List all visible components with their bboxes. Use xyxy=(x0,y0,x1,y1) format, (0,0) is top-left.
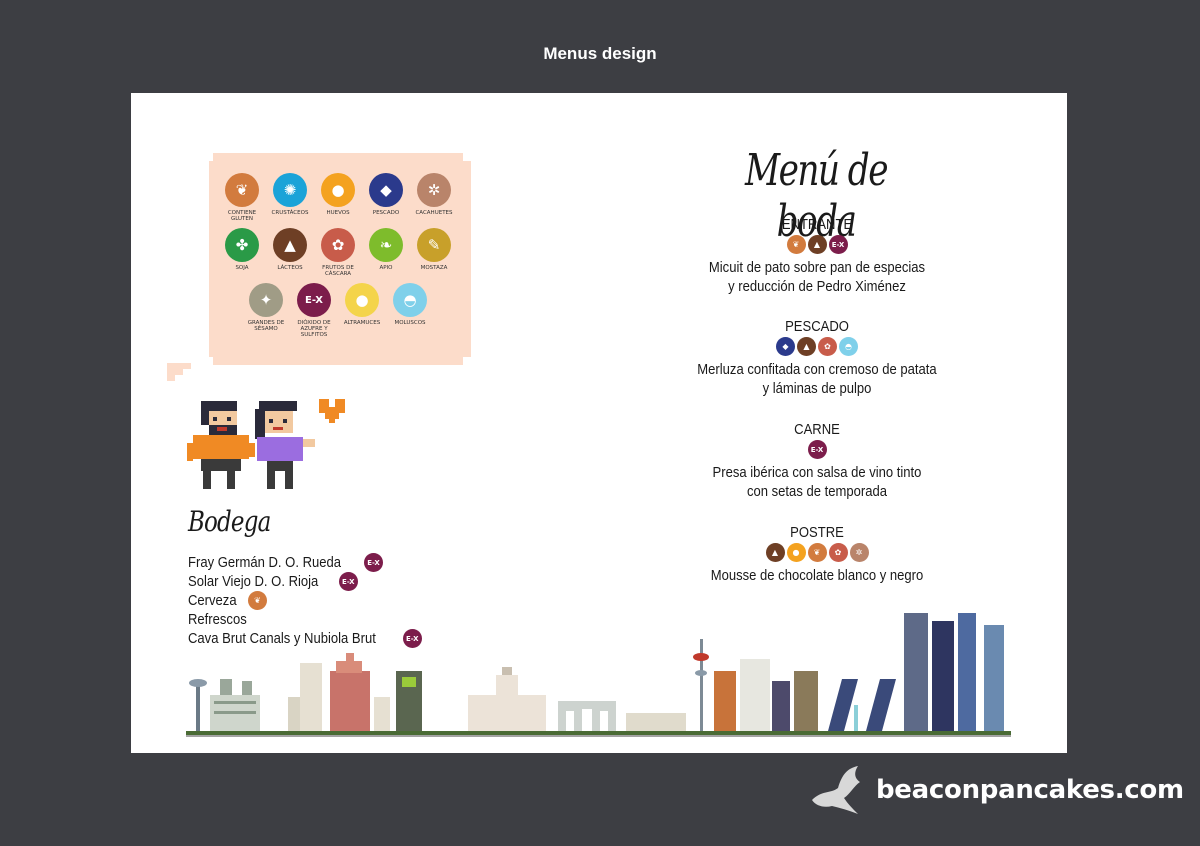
pixel-couple-illustration xyxy=(187,399,345,489)
bird-logo-icon xyxy=(812,766,860,814)
peanut-icon: ✲ xyxy=(417,173,451,207)
allergen-item: ◆ PESCADO xyxy=(366,173,406,222)
wheat-icon: ❦ xyxy=(248,591,267,610)
brand-watermark: beaconpancakes.com xyxy=(808,764,1184,816)
celery-icon: ❧ xyxy=(369,228,403,262)
nut-icon: ✿ xyxy=(321,228,355,262)
shell-icon: ◓ xyxy=(839,337,858,356)
wine-list-item: Solar Viejo D. O. Rioja E-X xyxy=(188,572,448,591)
wine-name: Fray Germán D. O. Rueda xyxy=(188,554,342,571)
allergen-item: ● ALTRAMUCES xyxy=(342,283,382,338)
nut-icon: ✿ xyxy=(818,337,837,356)
mustard-icon: ✎ xyxy=(417,228,451,262)
allergen-label: GRANDES DE SÉSAMO xyxy=(247,320,285,332)
speech-bubble-tail xyxy=(167,363,191,381)
allergen-item: ✺ CRUSTÁCEOS xyxy=(270,173,310,222)
sulphite-icon: E-X xyxy=(807,440,827,459)
allergen-item: ❦ CONTIENE GLUTEN xyxy=(222,173,262,222)
course-name: POSTRE xyxy=(790,525,844,541)
allergen-label: PESCADO xyxy=(372,210,400,216)
course-name: PESCADO xyxy=(785,319,849,335)
wheat-icon: ❦ xyxy=(225,173,259,207)
allergen-label: MOLUSCOS xyxy=(394,320,426,326)
course-name: CARNE xyxy=(794,422,840,438)
allergen-item: ✿ FRUTOS DE CÁSCARA xyxy=(318,228,358,277)
page-title: Menus design xyxy=(543,44,657,63)
brand-name: beaconpancakes.com xyxy=(876,775,1184,805)
allergen-grid: ❦ CONTIENE GLUTEN ✺ CRUSTÁCEOS ● HUEVOS ◆ PESCA… xyxy=(213,173,463,344)
allergen-item: ◓ MOLUSCOS xyxy=(390,283,430,338)
milk-icon: ▲ xyxy=(273,228,307,262)
allergen-label: FRUTOS DE CÁSCARA xyxy=(322,265,354,277)
dish-line: Presa ibérica con salsa de vino tinto xyxy=(712,465,922,481)
bodega-title: Bodega xyxy=(188,505,271,538)
dish-line: y reducción de Pedro Ximénez xyxy=(728,279,906,295)
allergen-label: CRUSTÁCEOS xyxy=(271,210,309,216)
sulphite-icon: E-X xyxy=(828,235,848,254)
nut-icon: ✿ xyxy=(828,543,848,562)
allergen-row: ✤ SOJA ▲ LÁCTEOS ✿ FRUTOS DE CÁSCARA ❧ APIO ✎ MOS… xyxy=(213,228,463,277)
lupin-icon: ● xyxy=(345,283,379,317)
allergen-label: CACAHUETES xyxy=(415,210,453,216)
course-allergen-icons: E-X xyxy=(667,440,967,459)
allergen-label: CONTIENE GLUTEN xyxy=(227,210,257,222)
sulphite-icon: E-X xyxy=(297,283,331,317)
allergen-label: ALTRAMUCES xyxy=(343,320,381,326)
course-allergen-icons: ▲ ● ❦ ✿ ✲ xyxy=(667,543,967,562)
allergen-item: ✤ SOJA xyxy=(222,228,262,277)
allergen-row: ❦ CONTIENE GLUTEN ✺ CRUSTÁCEOS ● HUEVOS ◆ PESCA… xyxy=(213,173,463,222)
crab-icon: ✺ xyxy=(273,173,307,207)
menu-sheet: ❦ CONTIENE GLUTEN ✺ CRUSTÁCEOS ● HUEVOS ◆ PESCA… xyxy=(131,93,1067,753)
course-allergen-icons: ❦ ▲ E-X xyxy=(667,235,967,254)
soy-icon: ✤ xyxy=(225,228,259,262)
course-allergen-icons: ◆ ▲ ✿ ◓ xyxy=(667,337,967,356)
sulphite-icon: E-X xyxy=(364,553,384,572)
allergen-label: DIÓXIDO DE AZUFRE Y SULFITOS xyxy=(297,320,331,338)
allergen-item: ● HUEVOS xyxy=(318,173,358,222)
dish-line: y láminas de pulpo xyxy=(762,381,872,397)
dish-line: Merluza confitada con cremoso de patata xyxy=(697,362,937,378)
allergen-legend: ❦ CONTIENE GLUTEN ✺ CRUSTÁCEOS ● HUEVOS ◆ PESCA… xyxy=(209,153,471,365)
allergen-item: ▲ LÁCTEOS xyxy=(270,228,310,277)
allergen-label: SOJA xyxy=(235,265,249,271)
allergen-item: ✎ MOSTAZA xyxy=(414,228,454,277)
dish-line: Mousse de chocolate blanco y negro xyxy=(710,568,924,584)
wheat-icon: ❦ xyxy=(807,543,827,562)
wine-name: Cerveza xyxy=(188,592,237,609)
course-pescado: PESCADO ◆ ▲ ✿ ◓ Merluza confitada con cremoso… xyxy=(667,319,967,399)
milk-icon: ▲ xyxy=(807,235,827,254)
allergen-row: ✦ GRANDES DE SÉSAMO E-X DIÓXIDO DE AZUFRE Y… xyxy=(213,283,463,338)
fish-icon: ◆ xyxy=(776,337,795,356)
course-entrante: ENTRANTE ❦ ▲ E-X Micuit de pato sobre pan de… xyxy=(667,217,967,297)
wine-list-item: Cerveza ❦ xyxy=(188,591,448,610)
eggs-icon: ● xyxy=(321,173,355,207)
allergen-label: MOSTAZA xyxy=(420,265,448,271)
allergen-label: APIO xyxy=(379,265,393,271)
fish-icon: ◆ xyxy=(369,173,403,207)
peanut-icon: ✲ xyxy=(849,543,869,562)
course-postre: POSTRE ▲ ● ❦ ✿ ✲ Mousse de chocolate blanco y … xyxy=(667,525,967,586)
wine-name: Solar Viejo D. O. Rioja xyxy=(188,573,319,590)
allergen-item: ✲ CACAHUETES xyxy=(414,173,454,222)
allergen-item: E-X DIÓXIDO DE AZUFRE Y SULFITOS xyxy=(294,283,334,338)
wine-list-item: Fray Germán D. O. Rueda E-X xyxy=(188,553,448,572)
allergen-label: LÁCTEOS xyxy=(277,265,303,271)
madrid-skyline-illustration xyxy=(186,613,1011,737)
dish-line: Micuit de pato sobre pan de especias xyxy=(708,260,926,276)
sesame-icon: ✦ xyxy=(249,283,283,317)
wheat-icon: ❦ xyxy=(786,235,806,254)
shell-icon: ◓ xyxy=(393,283,427,317)
milk-icon: ▲ xyxy=(797,337,816,356)
allergen-item: ✦ GRANDES DE SÉSAMO xyxy=(246,283,286,338)
sulphite-icon: E-X xyxy=(338,572,358,591)
dish-line: con setas de temporada xyxy=(746,484,888,500)
course-carne: CARNE E-X Presa ibérica con salsa de vino … xyxy=(667,422,967,502)
allergen-item: ❧ APIO xyxy=(366,228,406,277)
milk-icon: ▲ xyxy=(765,543,785,562)
course-name: ENTRANTE xyxy=(781,217,853,233)
eggs-icon: ● xyxy=(786,543,806,562)
allergen-label: HUEVOS xyxy=(326,210,350,216)
